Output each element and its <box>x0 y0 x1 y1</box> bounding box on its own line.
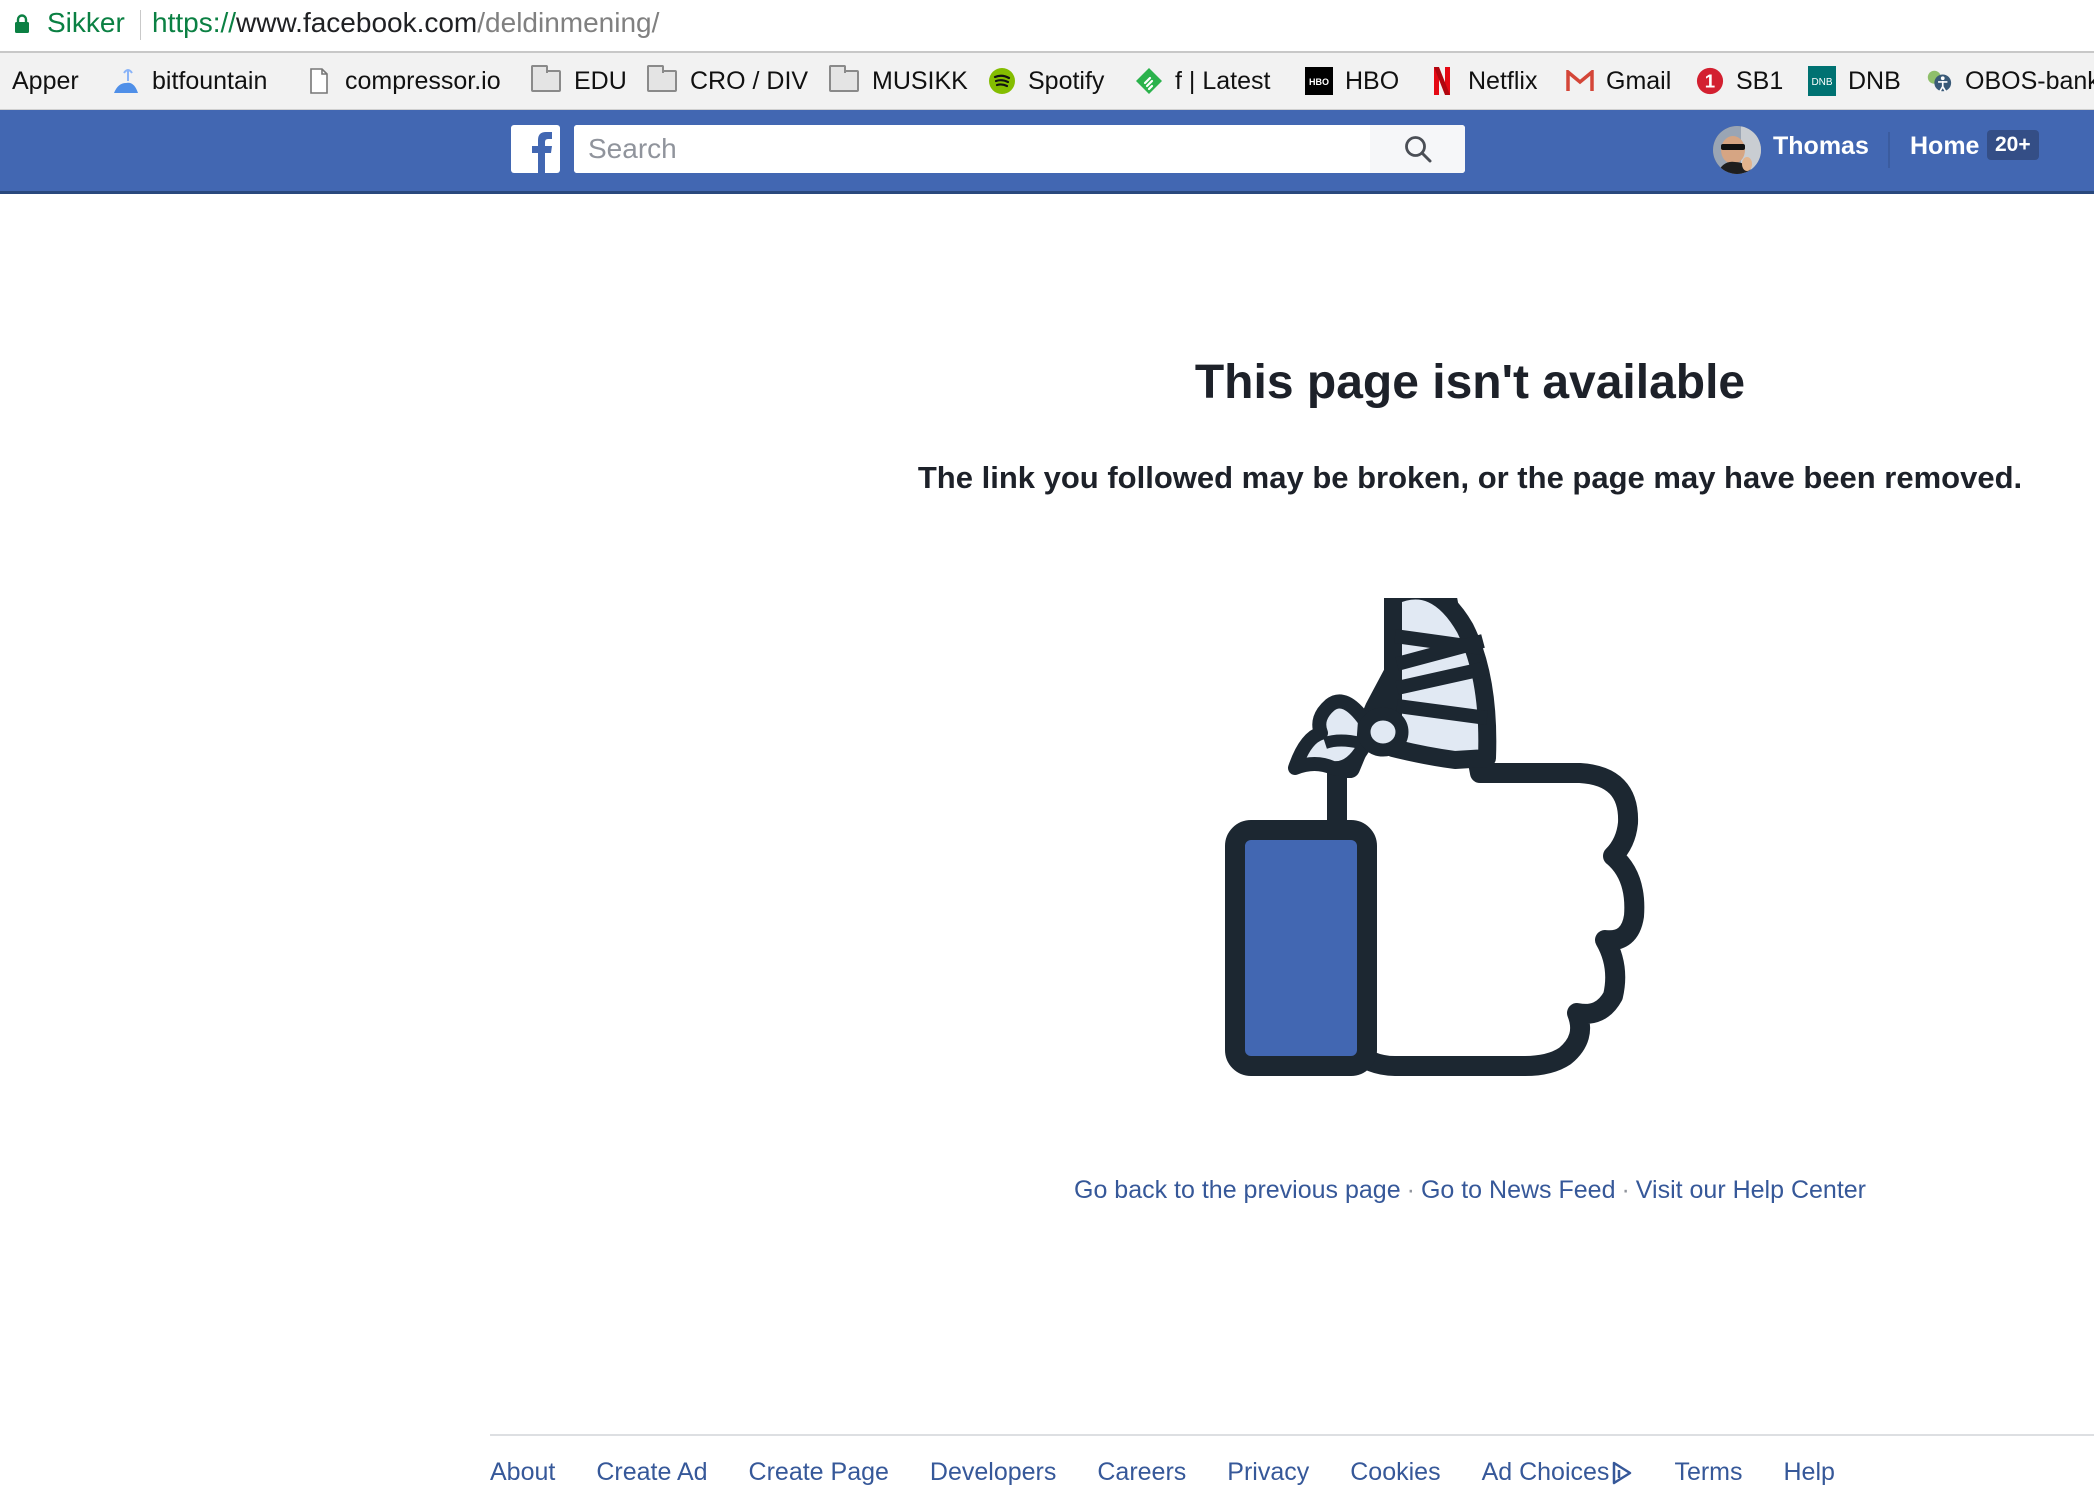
page-title: This page isn't available <box>1194 356 1746 409</box>
bookmark-feedly[interactable]: f | Latest <box>1135 61 1270 101</box>
bookmark-label: bitfountain <box>152 66 268 95</box>
footer-divider <box>490 1434 2094 1436</box>
footer-link-create-page[interactable]: Create Page <box>749 1458 889 1487</box>
footer-link-careers[interactable]: Careers <box>1097 1458 1186 1487</box>
bookmark-bitfountain[interactable]: bitfountain <box>112 61 267 101</box>
footer-link-terms[interactable]: Terms <box>1674 1458 1742 1487</box>
hbo-icon: HBO <box>1305 67 1333 95</box>
bookmark-obos[interactable]: OBOS-bank <box>1925 61 2094 101</box>
bookmark-label: HBO <box>1345 66 1400 95</box>
bookmark-label: Gmail <box>1606 66 1672 95</box>
netflix-icon <box>1428 67 1456 95</box>
search-icon <box>1404 136 1431 163</box>
svg-text:1: 1 <box>1705 71 1715 92</box>
folder-icon <box>530 65 562 95</box>
bookmarks-bar: Apper bitfountain compressor.io EDU CRO … <box>0 53 2094 110</box>
lock-icon <box>15 14 29 33</box>
footer-link-cookies[interactable]: Cookies <box>1350 1458 1440 1487</box>
avatar-photo-icon <box>1713 126 1761 174</box>
bookmark-folder-musikk[interactable]: MUSIKK <box>828 61 968 101</box>
link-separator: · <box>1621 1176 1630 1204</box>
url-scheme: https:// <box>152 7 237 38</box>
go-back-link[interactable]: Go back to the previous page <box>1074 1176 1401 1204</box>
bookmark-netflix[interactable]: Netflix <box>1428 61 1537 101</box>
search-input[interactable] <box>574 125 1370 173</box>
bookmark-folder-edu[interactable]: EDU <box>530 61 627 101</box>
bookmark-folder-cro-div[interactable]: CRO / DIV <box>646 61 808 101</box>
bookmark-compressor[interactable]: compressor.io <box>305 61 501 101</box>
address-bar[interactable]: Sikker https://www.facebook.com/deldinme… <box>0 0 2094 53</box>
bookmark-label: EDU <box>574 66 627 95</box>
bookmark-label: DNB <box>1848 66 1901 95</box>
svg-text:HBO: HBO <box>1309 77 1329 87</box>
ad-choices-icon <box>1613 1461 1632 1484</box>
bookmark-label: OBOS-bank <box>1965 66 2094 95</box>
gmail-icon <box>1566 67 1594 95</box>
search-box <box>574 125 1465 173</box>
folder-icon <box>828 65 860 95</box>
notification-badge: 20+ <box>1987 130 2039 160</box>
url-field[interactable]: https://www.facebook.com/deldinmening/ <box>152 7 659 39</box>
facebook-logo[interactable] <box>511 125 560 173</box>
secure-label: Sikker <box>47 7 125 38</box>
sb1-icon: 1 <box>1696 67 1724 95</box>
header-divider <box>1888 132 1890 168</box>
obos-icon <box>1925 67 1953 95</box>
bookmark-label: Apper <box>12 66 79 95</box>
footer-link-ad-choices[interactable]: Ad Choices <box>1482 1458 1634 1487</box>
ad-choices-label: Ad Choices <box>1481 1458 1610 1486</box>
url-path: /deldinmening/ <box>477 7 660 38</box>
bookmark-label: Netflix <box>1468 66 1538 95</box>
facebook-f-icon <box>532 132 552 173</box>
bookmark-dnb[interactable]: DNB DNB <box>1808 61 1901 101</box>
spotify-icon <box>988 67 1016 95</box>
link-separator: · <box>1406 1176 1415 1204</box>
bookmark-label: SB1 <box>1736 66 1784 95</box>
folder-icon <box>646 65 678 95</box>
home-link[interactable]: Home <box>1910 132 1979 161</box>
page-icon <box>305 67 333 95</box>
bookmark-label: f | Latest <box>1175 66 1271 95</box>
url-host: www.facebook.com <box>236 7 478 38</box>
bookmark-label: CRO / DIV <box>690 66 809 95</box>
bookmark-hbo[interactable]: HBO HBO <box>1305 61 1399 101</box>
bookmark-spotify[interactable]: Spotify <box>988 61 1104 101</box>
feedly-icon <box>1135 67 1163 95</box>
bookmark-sb1[interactable]: 1 SB1 <box>1696 61 1783 101</box>
footer-links: About Create Ad Create Page Developers C… <box>490 1458 1876 1487</box>
bitfountain-icon <box>112 67 140 95</box>
footer-link-privacy[interactable]: Privacy <box>1227 1458 1309 1487</box>
apps-grid-icon <box>0 67 6 95</box>
user-avatar[interactable] <box>1713 126 1761 174</box>
footer-link-create-ad[interactable]: Create Ad <box>596 1458 707 1487</box>
address-separator <box>140 10 141 40</box>
user-profile-link[interactable]: Thomas <box>1773 132 1869 161</box>
recovery-links: Go back to the previous page · Go to News … <box>880 1176 2060 1205</box>
bookmark-label: Spotify <box>1028 66 1105 95</box>
broken-thumbs-up-icon <box>1225 598 1645 1076</box>
help-center-link[interactable]: Visit our Help Center <box>1636 1176 1866 1204</box>
footer-link-about[interactable]: About <box>490 1458 555 1487</box>
bookmark-apper[interactable]: Apper <box>0 61 79 101</box>
svg-text:DNB: DNB <box>1811 77 1832 88</box>
facebook-header: Thomas Home 20+ <box>0 110 2094 194</box>
search-button[interactable] <box>1370 125 1465 173</box>
page-subtitle: The link you followed may be broken, or … <box>917 460 2023 495</box>
news-feed-link[interactable]: Go to News Feed <box>1421 1176 1616 1204</box>
bookmark-label: MUSIKK <box>872 66 968 95</box>
dnb-icon: DNB <box>1808 66 1836 96</box>
footer-link-help[interactable]: Help <box>1784 1458 1835 1487</box>
footer-link-developers[interactable]: Developers <box>930 1458 1056 1487</box>
bookmark-label: compressor.io <box>345 66 501 95</box>
bookmark-gmail[interactable]: Gmail <box>1566 61 1671 101</box>
